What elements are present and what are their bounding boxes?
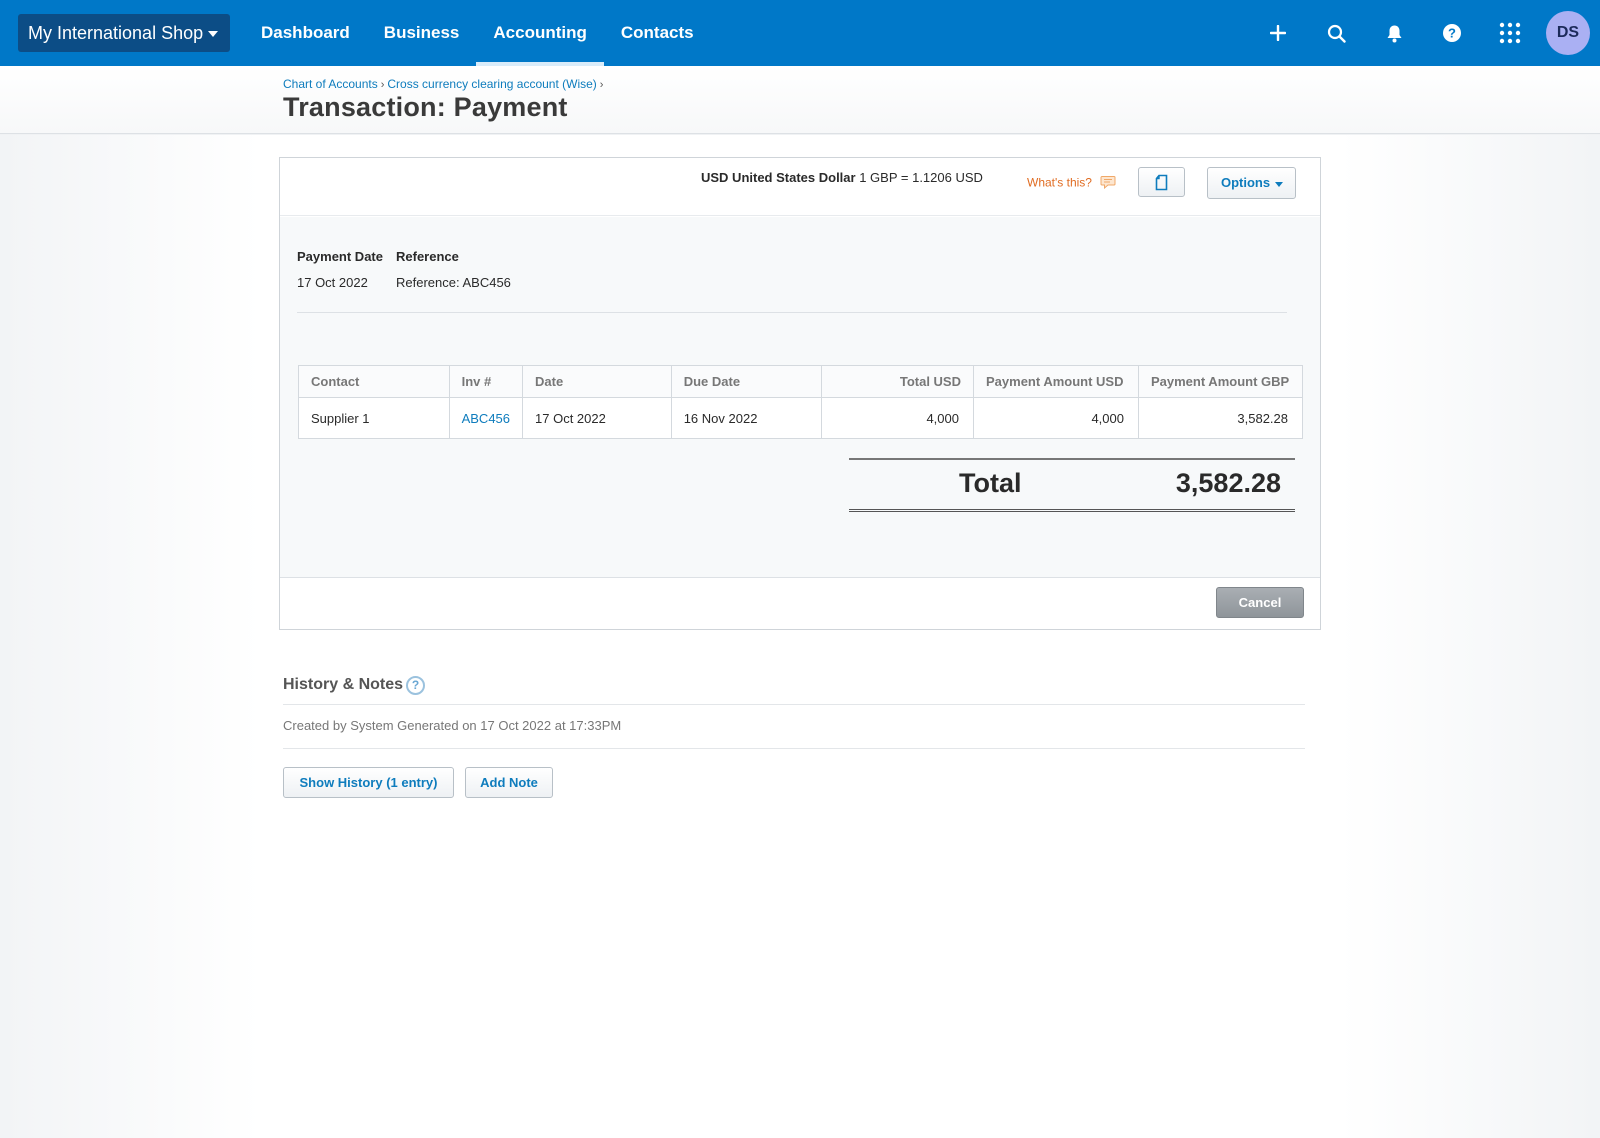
nav-business[interactable]: Business [367,0,477,66]
panel-body: Payment Date 17 Oct 2022 Reference Refer… [280,217,1320,577]
apps-grid-icon[interactable] [1495,18,1525,48]
options-label: Options [1221,175,1271,190]
cell-invoice-number: ABC456 [448,397,524,439]
transaction-panel: USD United States Dollar 1 GBP = 1.1206 … [279,157,1321,630]
chevron-down-icon [1275,182,1283,187]
organisation-name: My International Shop [28,23,204,43]
copy-document-button[interactable] [1138,167,1185,197]
nav-contacts[interactable]: Contacts [604,0,711,66]
exchange-rate: 1 GBP = 1.1206 USD [859,170,983,185]
divider [283,704,1305,705]
cell-date: 17 Oct 2022 [522,397,672,439]
bell-icon[interactable] [1379,18,1409,48]
show-history-button[interactable]: Show History (1 entry) [283,767,454,798]
cancel-button[interactable]: Cancel [1216,587,1304,618]
column-header-inv: Inv # [448,365,524,398]
breadcrumb-chart-of-accounts[interactable]: Chart of Accounts [283,77,378,91]
total-label: Total [959,468,1022,498]
breadcrumb: Chart of Accounts › Cross currency clearin… [283,77,606,91]
total-value: 3,582.28 [1175,468,1281,498]
currency-info: USD United States Dollar 1 GBP = 1.1206 … [701,170,983,185]
user-avatar[interactable]: DS [1546,11,1590,55]
breadcrumb-separator: › [380,79,385,91]
chevron-down-icon [208,31,218,37]
payment-date-label: Payment Date [297,249,383,264]
column-header-date: Date [522,365,672,398]
help-icon[interactable]: ? [1437,18,1467,48]
search-icon[interactable] [1321,18,1351,48]
divider [297,312,1287,313]
table-header-row: Contact Inv # Date Due Date Total USD Pa… [298,365,1304,398]
panel-footer: Cancel [280,577,1320,629]
cell-due-date: 16 Nov 2022 [670,397,823,439]
breadcrumb-separator: › [599,79,604,91]
currency-name: USD United States Dollar [701,170,856,185]
table-row: Supplier 1 ABC456 17 Oct 2022 16 Nov 202… [298,397,1304,439]
reference-label: Reference [396,249,459,264]
page-header: Chart of Accounts › Cross currency clearin… [0,66,1600,134]
organisation-switcher[interactable]: My International Shop [18,14,230,52]
cell-payment-gbp: 3,582.28 [1137,397,1304,439]
panel-toolbar: USD United States Dollar 1 GBP = 1.1206 … [280,158,1320,216]
nav-dashboard[interactable]: Dashboard [244,0,367,66]
main-menu: Dashboard Business Accounting Contacts [244,0,711,66]
column-header-contact: Contact [298,365,450,398]
speech-bubble-icon [1100,175,1116,192]
cell-contact: Supplier 1 [298,397,450,439]
column-header-due-date: Due Date [670,365,823,398]
top-navigation: My International Shop Dashboard Business… [0,0,1600,66]
history-notes-title: History & Notes [283,676,404,693]
column-header-payment-usd: Payment Amount USD [973,365,1139,398]
history-entry: Created by System Generated on 17 Oct 20… [283,718,622,733]
plus-icon[interactable] [1263,18,1293,48]
total-summary: Total 3,582.28 [849,458,1295,512]
whats-this-link[interactable]: What's this? [1027,175,1116,192]
cell-total-usd: 4,000 [821,397,974,439]
cell-payment-usd: 4,000 [973,397,1139,439]
column-header-payment-gbp: Payment Amount GBP [1137,365,1304,398]
reference-value: Reference: ABC456 [396,275,511,290]
options-dropdown-button[interactable]: Options [1207,167,1296,199]
page-title: Transaction: Payment [283,92,568,122]
svg-text:?: ? [1448,26,1456,41]
document-icon [1155,174,1168,190]
add-note-button[interactable]: Add Note [465,767,553,798]
whats-this-label: What's this? [1027,175,1092,190]
column-header-total-usd: Total USD [821,365,974,398]
help-circle-icon[interactable]: ? [406,676,425,695]
invoice-link[interactable]: ABC456 [462,411,510,426]
invoice-lines-table: Contact Inv # Date Due Date Total USD Pa… [298,365,1304,439]
payment-date-value: 17 Oct 2022 [297,275,368,290]
nav-accounting[interactable]: Accounting [476,0,604,66]
divider [283,748,1305,749]
breadcrumb-clearing-account[interactable]: Cross currency clearing account (Wise) [387,77,596,91]
